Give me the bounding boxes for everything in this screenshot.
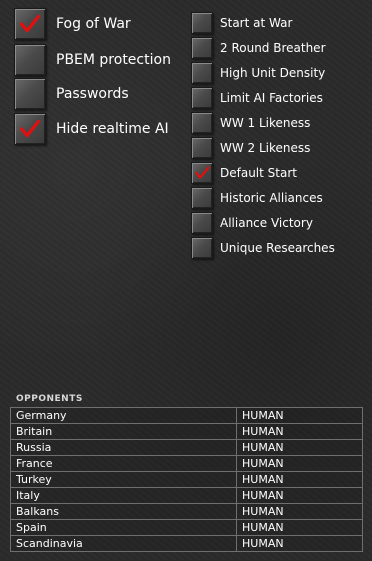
option-label: Hide realtime AI xyxy=(56,121,169,137)
nation-cell: Turkey xyxy=(10,471,237,488)
option-limit-ai-factories[interactable]: Limit AI Factories xyxy=(191,87,323,109)
option-label: Unique Researches xyxy=(220,241,335,255)
table-row[interactable]: Spain HUMAN xyxy=(10,519,363,536)
nation-cell: Russia xyxy=(10,439,237,456)
player-type-cell[interactable]: HUMAN xyxy=(236,471,363,488)
nation-cell: Italy xyxy=(10,487,237,504)
option-label: WW 2 Likeness xyxy=(220,141,311,155)
player-type-cell[interactable]: HUMAN xyxy=(236,423,363,440)
checkbox-ww1-likeness[interactable] xyxy=(191,112,213,134)
option-2-round-breather[interactable]: 2 Round Breather xyxy=(191,37,326,59)
table-row[interactable]: France HUMAN xyxy=(10,455,363,472)
option-label: Limit AI Factories xyxy=(220,91,323,105)
player-type-cell[interactable]: HUMAN xyxy=(236,503,363,520)
option-label: WW 1 Likeness xyxy=(220,116,311,130)
checkmark-icon xyxy=(19,14,41,33)
option-passwords[interactable]: Passwords xyxy=(14,78,129,110)
option-unique-researches[interactable]: Unique Researches xyxy=(191,237,335,259)
option-label: High Unit Density xyxy=(220,66,326,80)
nation-cell: Scandinavia xyxy=(10,535,237,552)
nation-cell: Balkans xyxy=(10,503,237,520)
option-start-at-war[interactable]: Start at War xyxy=(191,12,292,34)
option-ww2-likeness[interactable]: WW 2 Likeness xyxy=(191,137,310,159)
option-label: Historic Alliances xyxy=(220,191,323,205)
option-label: Passwords xyxy=(56,86,129,102)
nation-cell: Spain xyxy=(10,519,237,536)
checkbox-fog-of-war[interactable] xyxy=(14,8,46,40)
checkbox-default-start[interactable] xyxy=(191,162,213,184)
option-alliance-victory[interactable]: Alliance Victory xyxy=(191,212,313,234)
checkmark-icon xyxy=(19,119,41,138)
nation-cell: Germany xyxy=(10,407,237,424)
option-label: PBEM protection xyxy=(56,52,171,68)
player-type-cell[interactable]: HUMAN xyxy=(236,535,363,552)
nation-cell: Britain xyxy=(10,423,237,440)
checkbox-ww2-likeness[interactable] xyxy=(191,137,213,159)
checkbox-limit-ai-factories[interactable] xyxy=(191,87,213,109)
option-label: Fog of War xyxy=(56,16,131,32)
player-type-cell[interactable]: HUMAN xyxy=(236,439,363,456)
player-type-cell[interactable]: HUMAN xyxy=(236,487,363,504)
checkbox-alliance-victory[interactable] xyxy=(191,212,213,234)
option-ww1-likeness[interactable]: WW 1 Likeness xyxy=(191,112,310,134)
checkbox-high-unit-density[interactable] xyxy=(191,62,213,84)
table-row[interactable]: Balkans HUMAN xyxy=(10,503,363,520)
opponents-heading: OPPONENTS xyxy=(16,394,83,404)
checkbox-hide-realtime-ai[interactable] xyxy=(14,113,46,145)
opponents-table: Germany HUMAN Britain HUMAN Russia HUMAN Fr… xyxy=(10,407,363,552)
checkbox-2-round-breather[interactable] xyxy=(191,37,213,59)
option-historic-alliances[interactable]: Historic Alliances xyxy=(191,187,323,209)
checkbox-unique-researches[interactable] xyxy=(191,237,213,259)
option-label: Start at War xyxy=(220,16,293,30)
option-high-unit-density[interactable]: High Unit Density xyxy=(191,62,325,84)
table-row[interactable]: Germany HUMAN xyxy=(10,407,363,424)
table-row[interactable]: Turkey HUMAN xyxy=(10,471,363,488)
option-pbem-protection[interactable]: PBEM protection xyxy=(14,44,171,76)
table-row[interactable]: Britain HUMAN xyxy=(10,423,363,440)
player-type-cell[interactable]: HUMAN xyxy=(236,455,363,472)
table-row[interactable]: Russia HUMAN xyxy=(10,439,363,456)
player-type-cell[interactable]: HUMAN xyxy=(236,407,363,424)
table-row[interactable]: Italy HUMAN xyxy=(10,487,363,504)
checkmark-icon xyxy=(195,166,210,179)
option-label: Default Start xyxy=(220,166,297,180)
nation-cell: France xyxy=(10,455,237,472)
checkbox-passwords[interactable] xyxy=(14,78,46,110)
checkbox-historic-alliances[interactable] xyxy=(191,187,213,209)
option-label: Alliance Victory xyxy=(220,216,313,230)
checkbox-start-at-war[interactable] xyxy=(191,12,213,34)
option-fog-of-war[interactable]: Fog of War xyxy=(14,8,131,40)
checkbox-pbem-protection[interactable] xyxy=(14,44,46,76)
option-label: 2 Round Breather xyxy=(220,41,326,55)
player-type-cell[interactable]: HUMAN xyxy=(236,519,363,536)
option-default-start[interactable]: Default Start xyxy=(191,162,297,184)
table-row[interactable]: Scandinavia HUMAN xyxy=(10,535,363,552)
option-hide-realtime-ai[interactable]: Hide realtime AI xyxy=(14,113,169,145)
